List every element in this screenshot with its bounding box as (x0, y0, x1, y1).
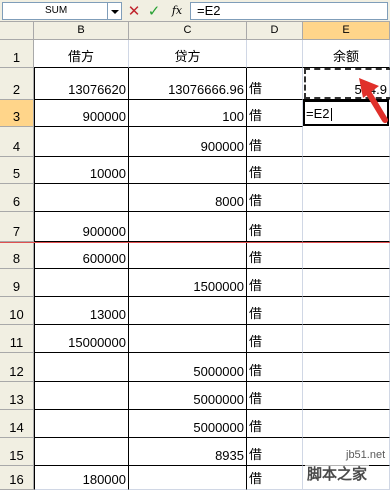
cell-e8[interactable] (303, 242, 390, 269)
cell-e9[interactable] (303, 269, 390, 297)
cell-e1[interactable]: 余额 (303, 40, 390, 68)
cell-b15[interactable] (34, 438, 129, 466)
row-header-12[interactable]: 12 (0, 353, 34, 382)
cell-d10[interactable]: 借 (247, 297, 303, 325)
row-header-11[interactable]: 11 (0, 325, 34, 353)
row-header-4[interactable]: 4 (0, 127, 34, 157)
cell-b11[interactable]: 15000000 (34, 325, 129, 353)
watermark-url: jb51.net (346, 449, 386, 461)
cell-c4[interactable]: 900000 (129, 127, 247, 157)
cell-c1[interactable]: 贷方 (129, 40, 247, 68)
row-header-10[interactable]: 10 (0, 297, 34, 325)
row-header-8[interactable]: 8 (0, 242, 34, 269)
cell-c3[interactable]: 100 (129, 100, 247, 127)
cell-d11[interactable]: 借 (247, 325, 303, 353)
cell-e6[interactable] (303, 184, 390, 212)
cell-c11[interactable] (129, 325, 247, 353)
cell-b14[interactable] (34, 410, 129, 438)
cell-d6[interactable]: 借 (247, 184, 303, 212)
cell-e5[interactable] (303, 157, 390, 184)
cell-c10[interactable] (129, 297, 247, 325)
name-box-value: SUM (45, 5, 68, 16)
cell-d2[interactable]: 借 (247, 68, 303, 100)
cell-d14[interactable]: 借 (247, 410, 303, 438)
row-header-3[interactable]: 3 (0, 100, 34, 127)
cell-b5[interactable]: 10000 (34, 157, 129, 184)
cell-d3[interactable]: 借 (247, 100, 303, 127)
cell-d15[interactable]: 借 (247, 438, 303, 466)
cell-b4[interactable] (34, 127, 129, 157)
cell-d9[interactable]: 借 (247, 269, 303, 297)
cell-e14[interactable] (303, 410, 390, 438)
row-header-6[interactable]: 6 (0, 184, 34, 212)
row-header-2[interactable]: 2 (0, 68, 34, 100)
cell-b3[interactable]: 900000 (34, 100, 129, 127)
cell-d7[interactable]: 借 (247, 212, 303, 242)
cell-d8[interactable]: 借 (247, 242, 303, 269)
row-header-13[interactable]: 13 (0, 382, 34, 410)
row-header-15[interactable]: 15 (0, 438, 34, 466)
column-header-e[interactable]: E (303, 22, 390, 40)
cell-b7[interactable]: 900000 (34, 212, 129, 242)
cell-c14[interactable]: 5000000 (129, 410, 247, 438)
column-header-c[interactable]: C (129, 22, 247, 40)
name-box[interactable]: SUM (2, 2, 108, 20)
cancel-icon[interactable]: ✕ (125, 2, 143, 20)
cell-b9[interactable] (34, 269, 129, 297)
cell-c9[interactable]: 1500000 (129, 269, 247, 297)
cell-d12[interactable]: 借 (247, 353, 303, 382)
formula-bar: SUM ✕ ✓ fx =E2 (0, 0, 390, 22)
cell-e3-formula: =E2 (306, 106, 330, 121)
red-arrow-icon (359, 78, 388, 123)
cell-e12[interactable] (303, 353, 390, 382)
cell-d13[interactable]: 借 (247, 382, 303, 410)
insert-function-icon[interactable]: fx (168, 2, 186, 20)
cell-c6[interactable]: 8000 (129, 184, 247, 212)
row-header-7[interactable]: 7 (0, 212, 34, 242)
page-break-line (0, 242, 390, 243)
row-header-14[interactable]: 14 (0, 410, 34, 438)
row-header-1[interactable]: 1 (0, 40, 34, 68)
cell-b13[interactable] (34, 382, 129, 410)
cell-b8[interactable]: 600000 (34, 242, 129, 269)
cell-b16[interactable]: 180000 (34, 466, 129, 490)
cell-c7[interactable] (129, 212, 247, 242)
select-all-corner[interactable] (0, 22, 34, 40)
row-header-16[interactable]: 16 (0, 466, 34, 490)
row-header-9[interactable]: 9 (0, 269, 34, 297)
cell-b2[interactable]: 13076620 (34, 68, 129, 100)
column-header-d[interactable]: D (247, 22, 303, 40)
row-header-5[interactable]: 5 (0, 157, 34, 184)
cell-e4[interactable] (303, 127, 390, 157)
cell-d5[interactable]: 借 (247, 157, 303, 184)
formula-input[interactable]: =E2 (190, 2, 388, 20)
cell-e10[interactable] (303, 297, 390, 325)
column-header-b[interactable]: B (34, 22, 129, 40)
cell-b12[interactable] (34, 353, 129, 382)
cell-e11[interactable] (303, 325, 390, 353)
cell-c12[interactable]: 5000000 (129, 353, 247, 382)
cell-c2[interactable]: 13076666.96 (129, 68, 247, 100)
cell-e13[interactable] (303, 382, 390, 410)
enter-icon[interactable]: ✓ (145, 2, 163, 20)
watermark-logo: 脚本之家 (305, 463, 370, 484)
cell-c5[interactable] (129, 157, 247, 184)
cell-c8[interactable] (129, 242, 247, 269)
cell-c13[interactable]: 5000000 (129, 382, 247, 410)
cell-c15[interactable]: 8935 (129, 438, 247, 466)
cell-b10[interactable]: 13000 (34, 297, 129, 325)
cell-d16[interactable]: 借 (247, 466, 303, 490)
text-caret (330, 108, 332, 121)
cell-e7[interactable] (303, 212, 390, 242)
cell-d1[interactable] (247, 40, 303, 68)
cell-b6[interactable] (34, 184, 129, 212)
name-box-dropdown-icon[interactable] (108, 2, 122, 20)
cell-d4[interactable]: 借 (247, 127, 303, 157)
cell-c16[interactable] (129, 466, 247, 490)
cell-b1[interactable]: 借方 (34, 40, 129, 68)
